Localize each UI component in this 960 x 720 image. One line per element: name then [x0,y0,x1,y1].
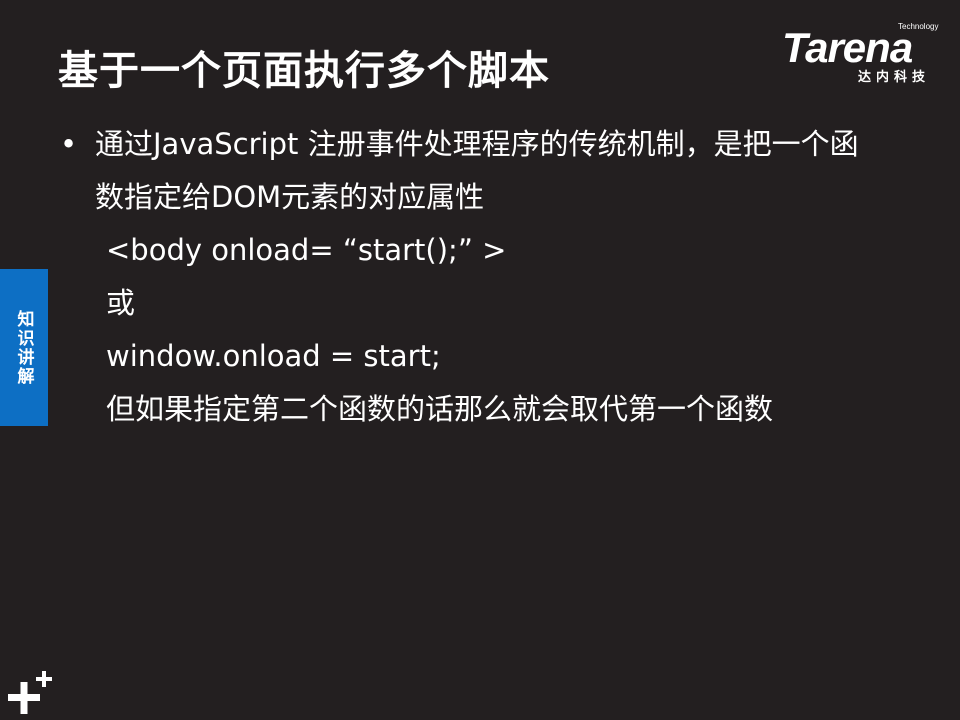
bullet-icon: • [60,127,78,161]
side-tab-label: 知识讲解 [13,309,34,386]
logo-wordmark: Tarena [782,24,913,71]
slide-title: 基于一个页面执行多个脚本 [58,48,550,94]
code-line-window-onload: window.onload = start; [106,339,441,373]
tarena-logo: Technology Tarena 达内科技 [780,22,945,85]
code-line-body-onload: <body onload= “start();” > [106,233,507,267]
text-line-or: 或 [106,286,136,320]
text-line-replace-note: 但如果指定第二个函数的话那么就会取代第一个函数 [106,392,774,426]
slide-content: • 通过JavaScript 注册事件处理程序的传统机制，是把一个函数指定给DO… [60,118,920,436]
bullet-text: 通过JavaScript 注册事件处理程序的传统机制，是把一个函数指定给DOM元… [95,127,859,214]
plus-icon [8,671,52,714]
bullet-item: • 通过JavaScript 注册事件处理程序的传统机制，是把一个函数指定给DO… [60,118,920,224]
side-tab-knowledge: 知识讲解 [0,269,48,426]
logo-cn-name: 达内科技 [858,70,931,85]
